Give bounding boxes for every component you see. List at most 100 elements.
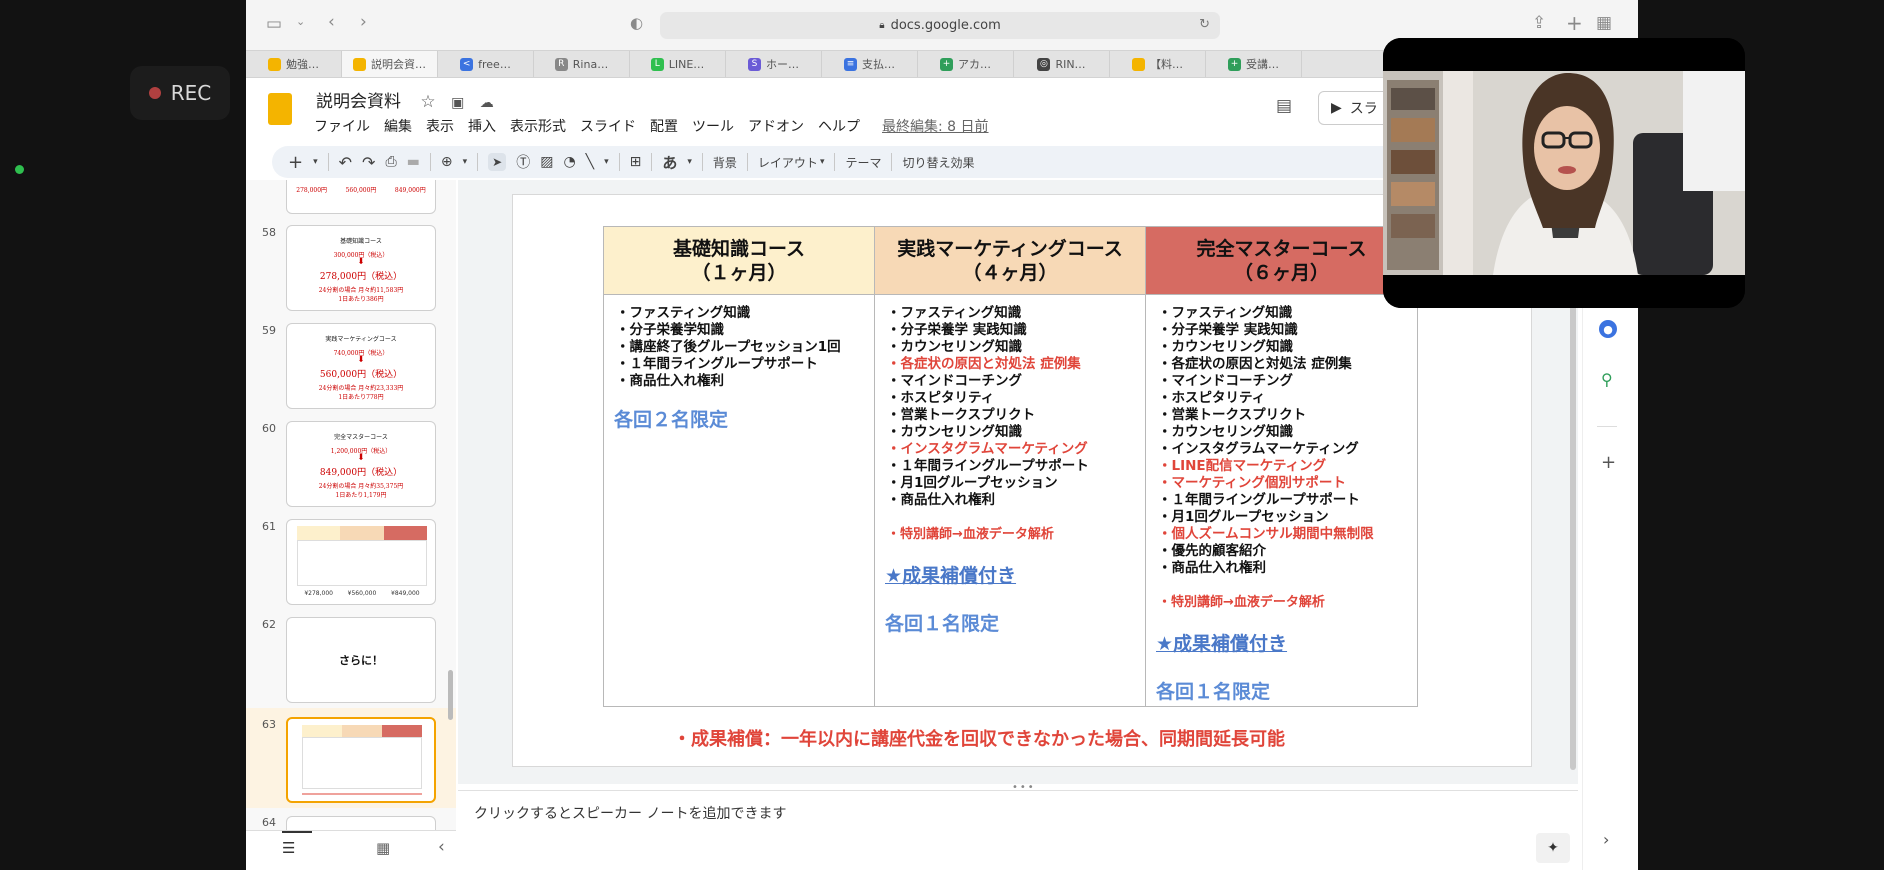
add-addon-icon[interactable]: +	[1601, 452, 1616, 473]
zoom-icon[interactable]: ⊕	[441, 154, 453, 170]
menu-insert[interactable]: 挿入	[468, 116, 496, 136]
chevron-down-icon[interactable]: ▾	[820, 157, 825, 167]
thumb-daily: 1日あたり1,179円	[335, 492, 387, 499]
menu-tools[interactable]: ツール	[692, 116, 734, 136]
tab-overview-icon[interactable]: ▦	[1596, 13, 1612, 33]
maps-icon[interactable]: ⚲	[1601, 370, 1613, 389]
menu-addons[interactable]: アドオン	[748, 116, 804, 136]
paint-format-icon[interactable]: ▬	[407, 154, 420, 170]
thumb-title: 完全マスターコース	[334, 434, 388, 441]
slides-logo-icon[interactable]	[268, 93, 292, 125]
menu-format[interactable]: 表示形式	[510, 116, 566, 136]
browser-tab[interactable]: L LINE…	[630, 51, 726, 77]
browser-tab[interactable]: + 受講…	[1206, 51, 1302, 77]
image-icon[interactable]: ▨	[540, 154, 553, 170]
feature-spacer	[887, 509, 1145, 526]
theme-button[interactable]: テーマ	[845, 154, 881, 171]
filmstrip-view-icon[interactable]: ☰	[282, 839, 295, 857]
browser-tab[interactable]: R Rina…	[534, 51, 630, 77]
chevron-down-icon[interactable]: ▾	[687, 157, 692, 167]
slide-thumbnail[interactable]: さらに！	[286, 617, 436, 703]
chevron-down-icon[interactable]: ▾	[463, 157, 468, 167]
status-dot-icon	[15, 165, 24, 174]
document-title[interactable]: 説明会資料 ☆ ▣ ☁	[316, 87, 494, 112]
collapse-panel-icon[interactable]: ‹	[438, 837, 445, 857]
slide-thumbnail[interactable]: 完全マスターコース 1,200,000円（税込） ⬇ 849,000円（税込） …	[286, 421, 436, 507]
capacity-limit: 各回１名限定	[1156, 681, 1271, 703]
slide-thumbnail-selected[interactable]	[286, 717, 436, 803]
show-side-panel-icon[interactable]: ›	[1603, 830, 1609, 849]
thumb-daily: 1日あたり778円	[338, 394, 384, 401]
forward-icon[interactable]: ›	[360, 12, 367, 32]
slide-thumbnail[interactable]: 278,000円 560,000円 849,000円	[286, 180, 436, 214]
input-tools-button[interactable]: あ	[662, 152, 677, 173]
comments-icon[interactable]: ▤	[1276, 96, 1292, 116]
feature-item: ・カウンセリング知識	[1158, 339, 1293, 355]
layout-button[interactable]: レイアウト	[758, 154, 818, 171]
sidebar-toggle-icon[interactable]: ▭	[266, 14, 282, 34]
chevron-down-icon[interactable]: ▾	[313, 157, 318, 167]
browser-tab[interactable]: ◎ RIN…	[1014, 51, 1110, 77]
new-tab-icon[interactable]: +	[1566, 11, 1583, 35]
star-icon[interactable]: ☆	[420, 92, 435, 112]
speaker-notes[interactable]: クリックするとスピーカー ノートを追加できます ✦	[458, 790, 1578, 870]
filmstrip-scrollbar[interactable]	[448, 670, 453, 720]
background-button[interactable]: 背景	[713, 154, 737, 171]
slide-thumbnail[interactable]	[286, 816, 436, 830]
address-bar[interactable]: 🔒︎ docs.google.com ↻	[660, 12, 1220, 39]
guarantee-link[interactable]: ★成果補償付き	[1156, 629, 1287, 656]
back-icon[interactable]: ‹	[328, 12, 335, 32]
chevron-down-icon[interactable]: ▾	[604, 157, 609, 167]
feature-item: ・商品仕入れ権利	[616, 373, 724, 389]
feature-item: ・ファスティング知識	[887, 305, 1022, 321]
last-edit-link[interactable]: 最終編集: 8 日前	[882, 116, 989, 136]
slide-thumbnail[interactable]: 実践マーケティングコース 740,000円（税込） ⬇ 560,000円（税込）…	[286, 323, 436, 409]
menu-file[interactable]: ファイル	[314, 116, 370, 136]
print-icon[interactable]: ⎙	[385, 154, 396, 170]
undo-icon[interactable]: ↶	[339, 153, 352, 172]
menu-arrange[interactable]: 配置	[650, 116, 678, 136]
menu-help[interactable]: ヘルプ	[818, 116, 860, 136]
select-cursor-icon[interactable]: ➤	[488, 153, 507, 171]
course-header: 実践マーケティングコース （４ヶ月）	[875, 227, 1145, 295]
reload-icon[interactable]: ↻	[1199, 17, 1210, 32]
contacts-icon[interactable]: ●	[1599, 320, 1617, 338]
slide-filmstrip: 278,000円 560,000円 849,000円 58 基礎知識コース 30…	[246, 180, 456, 830]
slide-thumbnail[interactable]: 基礎知識コース 300,000円（税込） ⬇ 278,000円（税込） 24分割…	[286, 225, 436, 311]
transition-button[interactable]: 切り替え効果	[902, 154, 974, 171]
shape-icon[interactable]: ◔	[563, 154, 575, 170]
privacy-shield-icon[interactable]: ◐	[630, 14, 643, 32]
new-slide-icon[interactable]: +	[288, 152, 303, 173]
slide-canvas[interactable]: 基礎知識コース （１ヶ月） ・ファスティング知識 ・分子栄養学知識 ・講座終了後…	[512, 194, 1532, 767]
feature-spacer	[1158, 577, 1417, 594]
grid-view-icon[interactable]: ▦	[376, 839, 390, 857]
browser-tab-active[interactable]: 説明会資…	[342, 51, 438, 77]
slide-thumbnail[interactable]: ¥278,000 ¥560,000 ¥849,000	[286, 519, 436, 605]
browser-tab[interactable]: < free…	[438, 51, 534, 77]
add-comment-icon[interactable]: ⊞	[630, 154, 642, 170]
menu-slide[interactable]: スライド	[580, 116, 636, 136]
line-icon[interactable]: ╲	[586, 154, 594, 170]
browser-tab[interactable]: 勉強…	[246, 51, 342, 77]
browser-tab[interactable]: ≡ 支払…	[822, 51, 918, 77]
chevron-down-icon[interactable]: ⌄	[296, 15, 305, 28]
thumb-price: ¥278,000	[304, 590, 333, 597]
guarantee-link[interactable]: ★成果補償付き	[885, 561, 1016, 588]
feature-item: ・分子栄養学 実践知識	[887, 322, 1027, 338]
menu-view[interactable]: 表示	[426, 116, 454, 136]
menu-edit[interactable]: 編集	[384, 116, 412, 136]
feature-item: ・商品仕入れ権利	[1158, 560, 1266, 576]
screen: REC ▭ ⌄ ‹ › ◐ 🔒︎ docs.google.com ↻ ⇪ + ▦…	[0, 0, 1884, 870]
browser-tab[interactable]: + アカ…	[918, 51, 1014, 77]
share-icon[interactable]: ⇪	[1532, 13, 1546, 33]
move-folder-icon[interactable]: ▣	[451, 95, 464, 111]
slide-number: 60	[262, 422, 276, 435]
text-box-icon[interactable]: Ⓣ	[516, 152, 530, 172]
active-view-indicator	[282, 831, 312, 833]
browser-tab[interactable]: S ホー…	[726, 51, 822, 77]
redo-icon[interactable]: ↷	[362, 153, 375, 172]
toolbar-divider	[651, 153, 653, 171]
browser-tab[interactable]: 【料…	[1110, 51, 1206, 77]
cloud-status-icon[interactable]: ☁	[480, 95, 494, 111]
explore-icon[interactable]: ✦	[1536, 833, 1570, 863]
